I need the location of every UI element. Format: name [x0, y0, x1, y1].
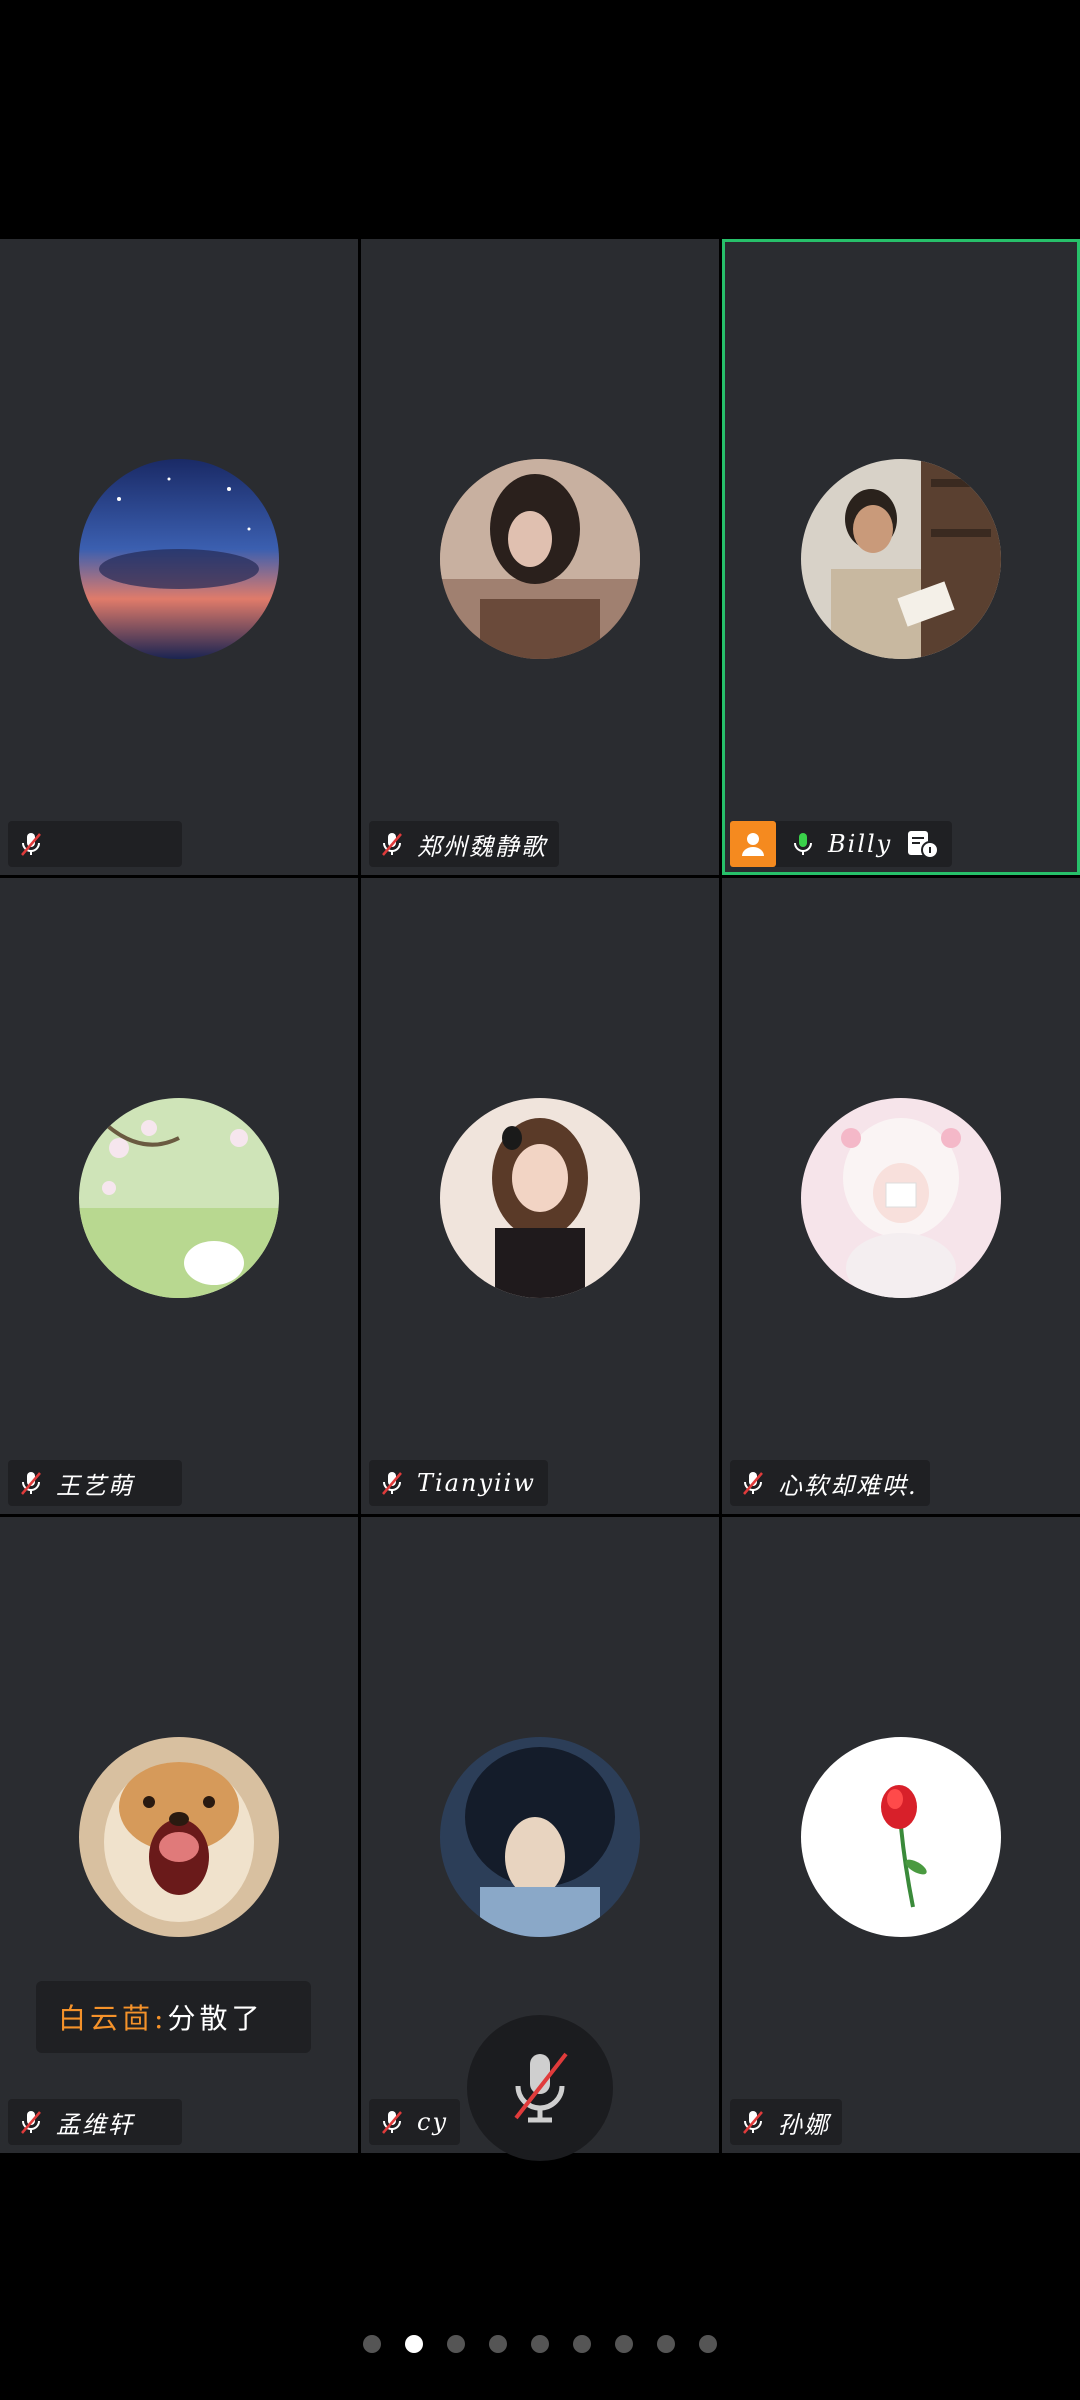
mic-muted-icon [377, 829, 407, 859]
participant-name-bar: 王艺萌 [8, 1460, 182, 1506]
page-dot[interactable] [447, 2335, 465, 2353]
participant-name-bar: Billy [730, 821, 953, 867]
chat-message-toast[interactable]: 白云茴: 分散了 [36, 1981, 311, 2053]
participant-tile[interactable]: Tianyiiw [361, 878, 719, 1514]
host-person-icon [730, 821, 776, 867]
participant-name: 郑州魏静歌 [417, 832, 547, 861]
participant-avatar [79, 1737, 279, 1937]
page-dot[interactable] [489, 2335, 507, 2353]
mute-toggle-button[interactable] [467, 2015, 613, 2161]
participant-name-bar: 孟维轩 [8, 2099, 182, 2145]
mic-off-icon [514, 2052, 568, 2123]
participant-avatar [440, 1737, 640, 1937]
chat-message-text: 分散了 [167, 2002, 264, 2035]
mic-muted-icon [377, 1468, 407, 1498]
mic-muted-icon [377, 2107, 407, 2137]
participant-avatar [79, 459, 279, 659]
video-grid: 郑州魏静歌 Billy 王艺萌 Tianyiiw 心软却难哄. 孟维轩 cy 孙… [0, 239, 1080, 2159]
participant-name-bar: cy [369, 2099, 460, 2145]
participant-avatar [440, 1098, 640, 1298]
participant-name: Billy [828, 830, 893, 858]
participant-name: 心软却难哄. [778, 1471, 918, 1500]
participant-name-bar: Tianyiiw [369, 1460, 548, 1506]
participant-name-bar [8, 821, 182, 867]
page-dot[interactable] [657, 2335, 675, 2353]
participant-avatar [801, 1737, 1001, 1937]
page-dot-active[interactable] [405, 2335, 423, 2353]
participant-name-bar: 郑州魏静歌 [369, 821, 559, 867]
page-indicator[interactable] [0, 2335, 1080, 2353]
participant-name: cy [417, 2108, 448, 2136]
participant-name: 孙娜 [778, 2110, 830, 2139]
mic-muted-icon [16, 1468, 46, 1498]
mic-muted-icon [16, 829, 46, 859]
mic-on-icon [788, 829, 818, 859]
participant-tile[interactable]: 郑州魏静歌 [361, 239, 719, 875]
mic-muted-icon [738, 1468, 768, 1498]
page-dot[interactable] [615, 2335, 633, 2353]
participant-name: Tianyiiw [417, 1469, 536, 1497]
participant-name-bar: 孙娜 [730, 2099, 842, 2145]
participant-avatar [440, 459, 640, 659]
participant-name-bar: 心软却难哄. [730, 1460, 930, 1506]
document-info-icon [906, 829, 940, 859]
participant-name: 孟维轩 [56, 2110, 134, 2139]
page-dot[interactable] [531, 2335, 549, 2353]
participant-tile[interactable]: 王艺萌 [0, 878, 358, 1514]
participant-tile-active-speaker[interactable]: Billy [722, 239, 1080, 875]
participant-tile[interactable]: 孟维轩 [0, 1517, 358, 2153]
participant-tile[interactable]: 孙娜 [722, 1517, 1080, 2153]
participant-tile[interactable]: 心软却难哄. [722, 878, 1080, 1514]
page-dot[interactable] [363, 2335, 381, 2353]
participant-avatar [801, 1098, 1001, 1298]
mic-muted-icon [16, 2107, 46, 2137]
page-dot[interactable] [699, 2335, 717, 2353]
page-dot[interactable] [573, 2335, 591, 2353]
participant-name: 王艺萌 [56, 1471, 134, 1500]
chat-sender: 白云茴: [58, 2002, 168, 2035]
participant-avatar [79, 1098, 279, 1298]
mic-muted-icon [738, 2107, 768, 2137]
participant-avatar [801, 459, 1001, 659]
participant-tile[interactable] [0, 239, 358, 875]
